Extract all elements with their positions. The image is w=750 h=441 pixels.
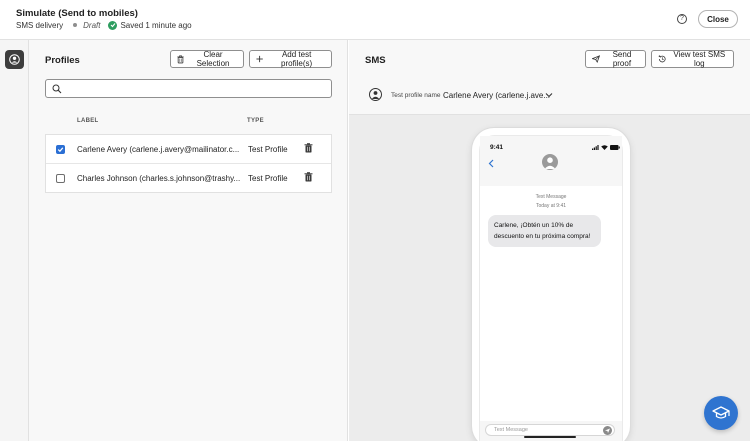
send-icon bbox=[592, 55, 600, 63]
compose-placeholder: Text Message bbox=[494, 427, 528, 433]
send-message-icon[interactable] bbox=[603, 426, 612, 435]
send-proof-button[interactable]: Send proof bbox=[585, 50, 646, 68]
phone-screen: 9:41 Text Message Today at 9:41 Carlene,… bbox=[479, 135, 623, 441]
home-indicator bbox=[524, 436, 576, 438]
message-header: Text Message bbox=[535, 194, 567, 200]
profile-label: Carlene Avery (carlene.j.avery@mailinato… bbox=[77, 145, 240, 154]
trash-icon bbox=[177, 54, 184, 63]
profile-type: Test Profile bbox=[248, 145, 288, 154]
delivery-type: SMS delivery bbox=[16, 20, 64, 30]
left-rail bbox=[0, 40, 29, 441]
sms-panel: SMS Send proof View test SMS log Test pr… bbox=[349, 40, 750, 441]
delete-icon[interactable] bbox=[304, 143, 313, 153]
sms-header: SMS Send proof View test SMS log Test pr… bbox=[349, 40, 750, 115]
status-dot bbox=[73, 23, 78, 27]
help-icon[interactable]: ? bbox=[677, 14, 687, 24]
test-profile-select[interactable]: Carlene Avery (carlene.j.ave... bbox=[443, 91, 550, 100]
clear-selection-button[interactable]: Clear Selection bbox=[170, 50, 244, 68]
add-test-profile-label: Add test profile(s) bbox=[281, 50, 313, 68]
phone-time: 9:41 bbox=[490, 144, 504, 151]
search-input[interactable] bbox=[45, 79, 332, 98]
profile-type: Test Profile bbox=[248, 174, 288, 183]
view-sms-log-label: View test SMS log bbox=[673, 50, 726, 68]
saved-status: Saved 1 minute ago bbox=[120, 20, 192, 30]
compose-input[interactable]: Text Message bbox=[485, 424, 615, 436]
header: Simulate (Send to mobiles) SMS delivery … bbox=[0, 0, 750, 40]
row-checkbox[interactable] bbox=[56, 174, 65, 183]
chevron-down-icon[interactable] bbox=[545, 92, 553, 98]
signal-icon bbox=[592, 145, 599, 150]
message-bubble: Carlene, ¡Obtén un 10% de descuento en t… bbox=[488, 215, 601, 247]
profiles-table: Carlene Avery (carlene.j.avery@mailinato… bbox=[45, 134, 332, 193]
phone-preview: 9:41 Text Message Today at 9:41 Carlene,… bbox=[472, 128, 630, 441]
row-checkbox[interactable] bbox=[56, 145, 65, 154]
close-button[interactable]: Close bbox=[698, 10, 738, 28]
plus-icon bbox=[256, 55, 263, 63]
profile-label: Charles Johnson (charles.s.johnson@trash… bbox=[77, 174, 241, 183]
column-header-type: TYPE bbox=[247, 118, 264, 124]
history-icon bbox=[658, 55, 666, 63]
profiles-title: Profiles bbox=[45, 55, 80, 66]
profiles-panel: Profiles Clear Selection Add test profil… bbox=[29, 40, 348, 441]
test-profile-label: Test profile name bbox=[391, 92, 441, 99]
table-row[interactable]: Charles Johnson (charles.s.johnson@trash… bbox=[46, 164, 331, 193]
phone-status-area: 9:41 bbox=[480, 136, 622, 186]
status-icons bbox=[592, 145, 620, 150]
contact-avatar-icon bbox=[542, 154, 558, 170]
test-profile-avatar-icon bbox=[369, 88, 382, 101]
sms-title: SMS bbox=[365, 55, 386, 66]
graduation-cap-icon bbox=[712, 406, 730, 419]
profile-icon[interactable] bbox=[5, 50, 24, 69]
back-chevron-icon[interactable] bbox=[488, 159, 494, 168]
page-title: Simulate (Send to mobiles) bbox=[16, 8, 138, 19]
battery-icon bbox=[610, 145, 620, 150]
wifi-icon bbox=[601, 145, 608, 150]
header-subtitle-row: SMS delivery Draft Saved 1 minute ago bbox=[16, 20, 192, 30]
status-badge: Draft bbox=[83, 20, 101, 30]
table-row[interactable]: Carlene Avery (carlene.j.avery@mailinato… bbox=[46, 135, 331, 164]
saved-check-icon bbox=[108, 20, 118, 30]
column-header-label: LABEL bbox=[77, 118, 99, 124]
search-icon bbox=[52, 84, 62, 94]
view-sms-log-button[interactable]: View test SMS log bbox=[651, 50, 734, 68]
send-proof-label: Send proof bbox=[612, 50, 632, 68]
message-time: Today at 9:41 bbox=[535, 203, 567, 209]
add-test-profile-button[interactable]: Add test profile(s) bbox=[249, 50, 332, 68]
learning-hub-button[interactable] bbox=[704, 396, 738, 430]
delete-icon[interactable] bbox=[304, 172, 313, 182]
compose-bar: Text Message bbox=[480, 421, 622, 441]
clear-selection-label: Clear Selection bbox=[196, 50, 230, 68]
